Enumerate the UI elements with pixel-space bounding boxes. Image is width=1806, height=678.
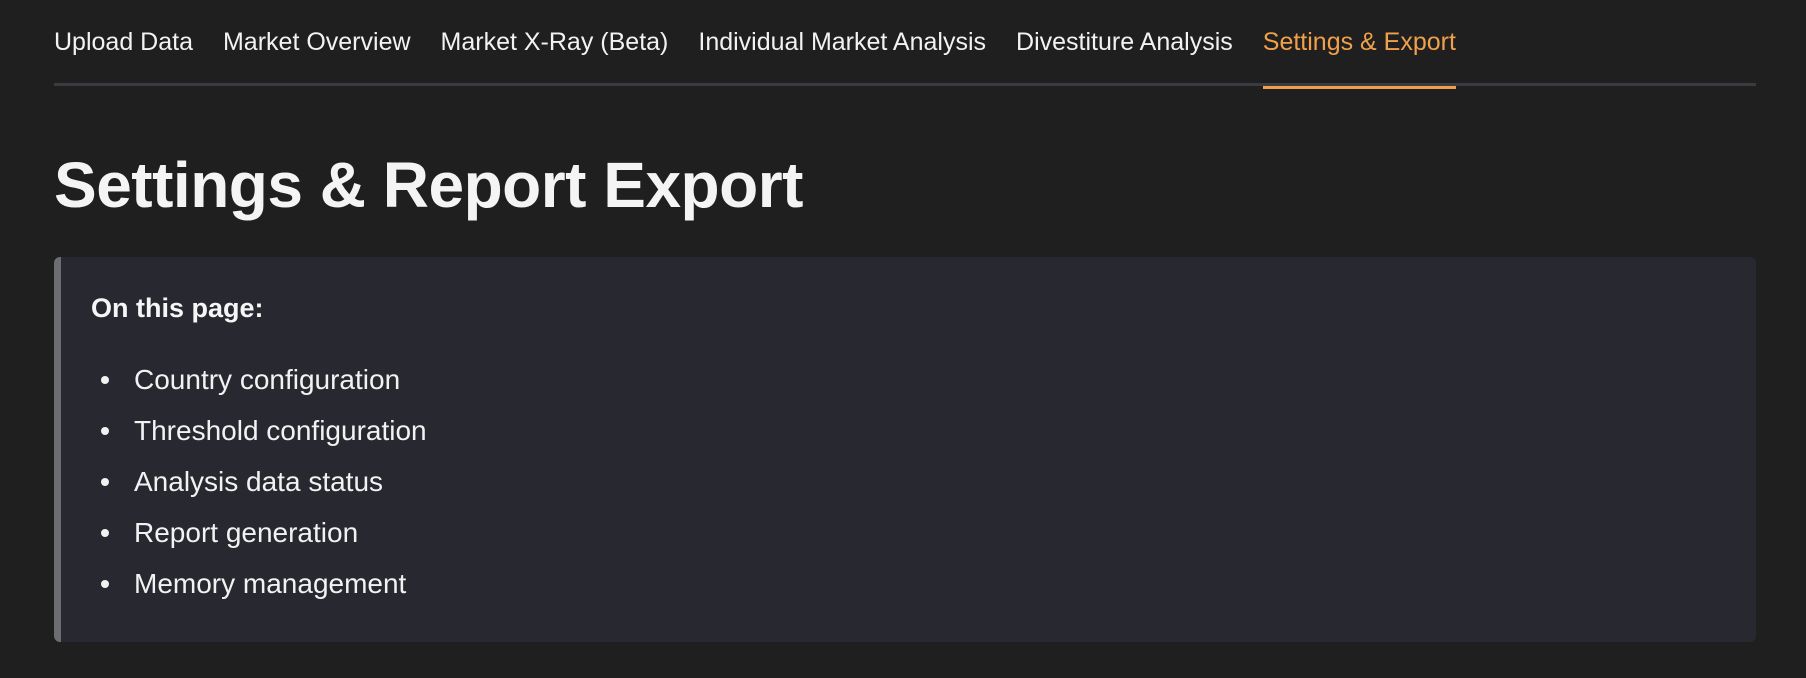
list-item: Country configuration xyxy=(91,354,1756,405)
tab-upload-data[interactable]: Upload Data xyxy=(54,0,193,86)
list-item: Memory management xyxy=(91,558,1756,609)
bullet-icon xyxy=(101,426,109,435)
app-root: Upload Data Market Overview Market X-Ray… xyxy=(0,0,1806,678)
list-item: Analysis data status xyxy=(91,456,1756,507)
on-this-page-list: Country configuration Threshold configur… xyxy=(91,354,1756,609)
tab-market-x-ray[interactable]: Market X-Ray (Beta) xyxy=(441,0,669,86)
bullet-icon xyxy=(101,375,109,384)
list-item-label: Threshold configuration xyxy=(134,414,427,446)
tab-market-overview[interactable]: Market Overview xyxy=(223,0,411,86)
on-this-page-box: On this page: Country configuration Thre… xyxy=(54,257,1756,642)
list-item-label: Analysis data status xyxy=(134,465,384,497)
tab-divestiture-analysis[interactable]: Divestiture Analysis xyxy=(1016,0,1233,86)
on-this-page-heading: On this page: xyxy=(91,293,264,323)
bullet-icon xyxy=(101,579,109,588)
list-item: Report generation xyxy=(91,507,1756,558)
tab-bar: Upload Data Market Overview Market X-Ray… xyxy=(54,0,1756,89)
bullet-icon xyxy=(101,477,109,486)
list-item-label: Report generation xyxy=(134,516,359,548)
page-title: Settings & Report Export xyxy=(54,149,803,221)
bullet-icon xyxy=(101,528,109,537)
list-item: Threshold configuration xyxy=(91,405,1756,456)
tab-settings-export[interactable]: Settings & Export xyxy=(1262,0,1457,89)
list-item-label: Memory management xyxy=(134,567,407,599)
list-item-label: Country configuration xyxy=(134,363,401,395)
tab-individual-market-analysis[interactable]: Individual Market Analysis xyxy=(698,0,986,86)
